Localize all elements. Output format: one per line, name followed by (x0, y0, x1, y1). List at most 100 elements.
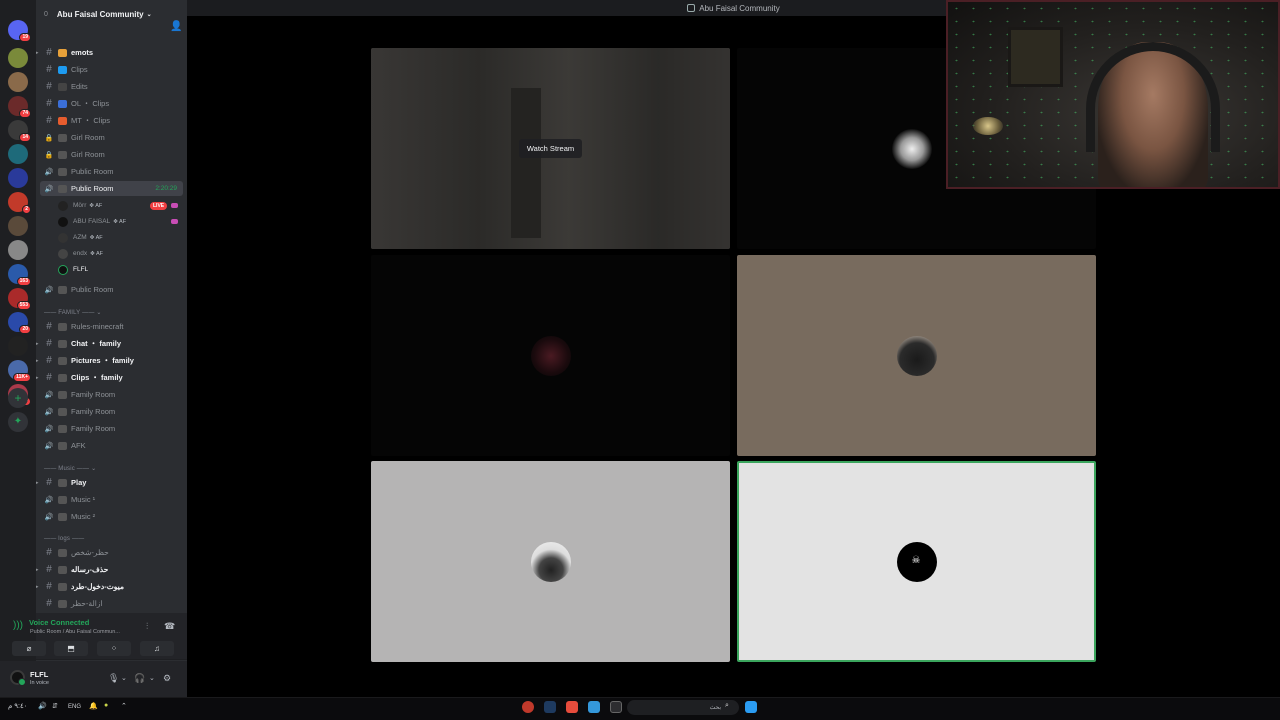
tray-app-icon[interactable]: ● (104, 702, 108, 709)
notification-icon[interactable]: 🔔 (89, 702, 98, 710)
hash-icon: # (46, 64, 52, 75)
voice-member[interactable]: AZM ✥ AF (58, 230, 103, 245)
server-icon[interactable] (8, 168, 28, 188)
username[interactable]: FLFL (30, 670, 48, 679)
voice-channel[interactable]: 🔊 Family Room (36, 387, 187, 402)
add-user-icon[interactable]: 👤 (170, 21, 182, 32)
share-screen-button[interactable]: ⬒ (54, 641, 88, 656)
server-icon[interactable]: 74 (8, 96, 31, 118)
voice-status[interactable]: Voice Connected (29, 618, 89, 627)
chevron-up-icon[interactable]: ⌃ (121, 702, 127, 710)
language-indicator[interactable]: ENG (68, 704, 81, 710)
server-icon[interactable] (8, 144, 28, 164)
server-icon[interactable]: 163 (8, 264, 31, 286)
voice-member[interactable]: endx ✥ AF (58, 246, 103, 261)
explore-icon[interactable]: ✦ (8, 412, 28, 432)
channel-label: حذف-رساله (71, 565, 109, 574)
participant-tile[interactable] (737, 255, 1096, 456)
stream-tile[interactable]: Watch Stream (371, 48, 730, 249)
voice-channel[interactable]: 🔊 Public Room 2:20:29 (40, 181, 183, 196)
microphone-icon[interactable]: 🎙 (108, 673, 119, 684)
activities-button[interactable]: ⁘ (97, 641, 131, 656)
category-header[interactable]: —— logs —— (44, 536, 84, 542)
taskbar-app-icon[interactable] (566, 701, 578, 713)
text-channel[interactable]: # Edits (36, 79, 187, 94)
text-channel[interactable]: ▸ # ميوت-دخول-طرد (36, 579, 187, 594)
text-channel[interactable]: ▸ # Clips ・ family (36, 370, 187, 385)
server-icon[interactable]: 20 (8, 312, 31, 334)
server-icon[interactable] (8, 336, 28, 356)
server-icon[interactable]: 14 (8, 120, 31, 142)
voice-member[interactable]: ABU FAISAL ✥ AF (58, 214, 126, 229)
disconnect-icon[interactable]: ☎ (164, 621, 175, 632)
voice-channel[interactable]: 🔊 Music ¹ (36, 492, 187, 507)
category-header[interactable]: —— FAMILY —— ⌄ (44, 309, 102, 316)
participant-tile[interactable] (371, 255, 730, 456)
text-channel[interactable]: # OL ・ Clips (36, 96, 187, 111)
server-icon[interactable] (8, 72, 28, 92)
server-icon[interactable]: 553 (8, 288, 31, 310)
channel-emoji-icon (58, 184, 67, 193)
text-channel[interactable]: ▸ # emots (36, 45, 187, 60)
voice-channel-path[interactable]: Public Room / Abu Faisal Commun... (30, 629, 120, 635)
taskbar-app-icon[interactable] (544, 701, 556, 713)
hash-icon: # (46, 338, 52, 349)
watch-stream-button[interactable]: Watch Stream (518, 139, 583, 158)
hash-icon: # (46, 581, 52, 592)
taskbar-app-icon[interactable] (522, 701, 534, 713)
text-channel[interactable]: ▸ # Play (36, 475, 187, 490)
voice-channel[interactable]: 🔊 Public Room (36, 282, 187, 297)
taskbar-app-icon[interactable] (588, 701, 600, 713)
windows-start-icon[interactable] (745, 701, 757, 713)
voice-channel[interactable]: 🔊 AFK (36, 438, 187, 453)
signal-icon[interactable]: ))) (13, 620, 23, 631)
channel-emoji-icon (58, 133, 67, 142)
chevron-down-icon[interactable]: ⌄ (121, 674, 127, 682)
voice-channel[interactable]: 🔊 Family Room (36, 404, 187, 419)
camera-button[interactable]: ⌀ (12, 641, 46, 656)
text-channel[interactable]: 🔒 Girl Room (36, 147, 187, 162)
channel-label: ميوت-دخول-طرد (71, 582, 124, 591)
avatar[interactable] (10, 670, 26, 686)
text-channel[interactable]: # MT ・ Clips (36, 113, 187, 128)
participant-tile[interactable] (371, 461, 730, 662)
taskbar-clock[interactable]: ٩:٤٠ م (8, 702, 28, 710)
server-header[interactable]: 0 Abu Faisal Community ⌄ (36, 0, 187, 28)
search-input[interactable]: بحث (627, 700, 739, 715)
server-icon[interactable] (8, 48, 28, 68)
text-channel[interactable]: ▸ # حذف-رساله (36, 562, 187, 577)
unread-badge: 163 (16, 277, 31, 286)
channel-emoji-icon (58, 424, 67, 433)
speaker-icon[interactable]: 🔊 (38, 702, 47, 710)
text-channel[interactable]: ▸ # Pictures ・ family (36, 353, 187, 368)
text-channel[interactable]: # Rules-minecraft (36, 319, 187, 334)
server-icon[interactable] (8, 216, 28, 236)
participant-tile-speaking[interactable]: ☠ (737, 461, 1096, 662)
network-icon[interactable]: ⇵ (52, 702, 58, 710)
category-header[interactable]: —— Music —— ⌄ (44, 465, 96, 472)
direct-messages-icon[interactable]: 19 (8, 20, 31, 42)
taskbar-app-icon[interactable] (610, 701, 622, 713)
voice-channel[interactable]: 🔊 Family Room (36, 421, 187, 436)
text-channel[interactable]: # ازالة-حظر (36, 596, 187, 611)
text-channel[interactable]: ▸ # Chat ・ family (36, 336, 187, 351)
speaker-icon: 🔊 (44, 286, 54, 294)
soundboard-button[interactable]: ♫ (140, 641, 174, 656)
add-server-icon[interactable]: + (8, 388, 28, 408)
voice-channel[interactable]: 🔊 Music ² (36, 509, 187, 524)
skull-icon: ☠ (911, 554, 921, 566)
voice-member[interactable]: FLFL (58, 262, 88, 277)
server-icon[interactable]: 11K+ (8, 360, 31, 382)
headphones-icon[interactable]: 🎧 (134, 673, 145, 684)
channel-emoji-icon (58, 478, 67, 487)
chevron-down-icon[interactable]: ⌄ (149, 674, 155, 682)
server-icon[interactable]: 2 (8, 192, 31, 214)
text-channel[interactable]: # Clips (36, 62, 187, 77)
noise-suppression-icon[interactable]: ⫶ (146, 621, 148, 632)
voice-channel[interactable]: 🔊 Public Room (36, 164, 187, 179)
server-icon[interactable] (8, 240, 28, 260)
text-channel[interactable]: 🔒 Girl Room (36, 130, 187, 145)
text-channel[interactable]: # حظر-شخص (36, 545, 187, 560)
gear-icon[interactable]: ⚙ (163, 673, 171, 684)
voice-member[interactable]: Mörr ✥ AF (58, 198, 102, 213)
